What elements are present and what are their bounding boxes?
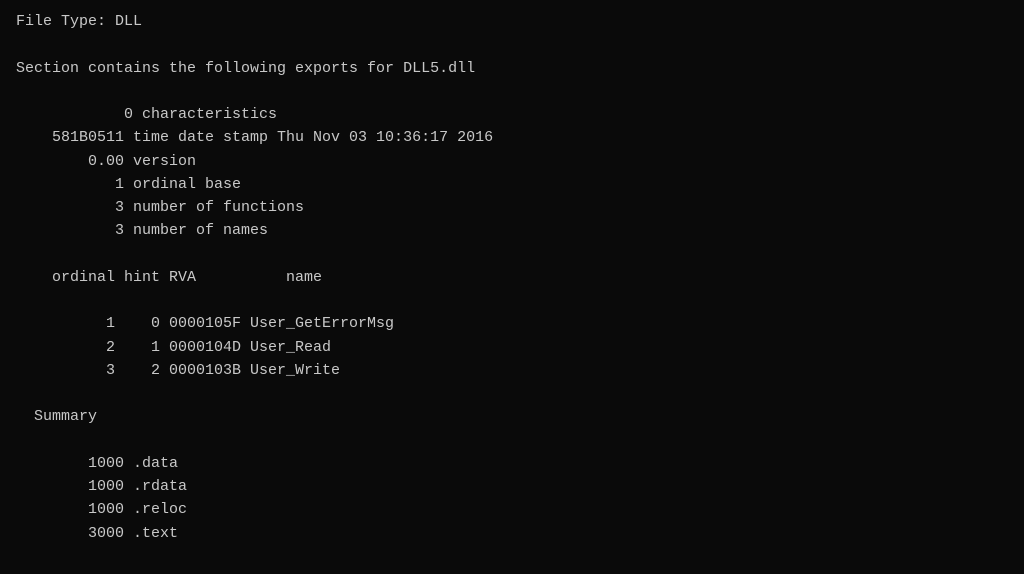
terminal-line: 3000 .text [16, 522, 1008, 545]
terminal-line: 3 number of names [16, 219, 1008, 242]
terminal-line: 0.00 version [16, 150, 1008, 173]
terminal-line: 581B0511 time date stamp Thu Nov 03 10:3… [16, 126, 1008, 149]
terminal-output: File Type: DLL Section contains the foll… [16, 10, 1008, 545]
terminal-line [16, 429, 1008, 452]
terminal-line: 3 2 0000103B User_Write [16, 359, 1008, 382]
terminal-line [16, 80, 1008, 103]
terminal-line: Summary [16, 405, 1008, 428]
terminal-line: 1000 .data [16, 452, 1008, 475]
terminal-line: 3 number of functions [16, 196, 1008, 219]
terminal-line: 2 1 0000104D User_Read [16, 336, 1008, 359]
terminal-line [16, 382, 1008, 405]
terminal-line: 1 0 0000105F User_GetErrorMsg [16, 312, 1008, 335]
terminal-line [16, 33, 1008, 56]
terminal-line: 1000 .rdata [16, 475, 1008, 498]
terminal-line: ordinal hint RVA name [16, 266, 1008, 289]
terminal-line: Section contains the following exports f… [16, 57, 1008, 80]
terminal-line [16, 289, 1008, 312]
terminal-line [16, 243, 1008, 266]
terminal-line: 0 characteristics [16, 103, 1008, 126]
terminal-line: 1 ordinal base [16, 173, 1008, 196]
terminal-line: File Type: DLL [16, 10, 1008, 33]
terminal-line: 1000 .reloc [16, 498, 1008, 521]
